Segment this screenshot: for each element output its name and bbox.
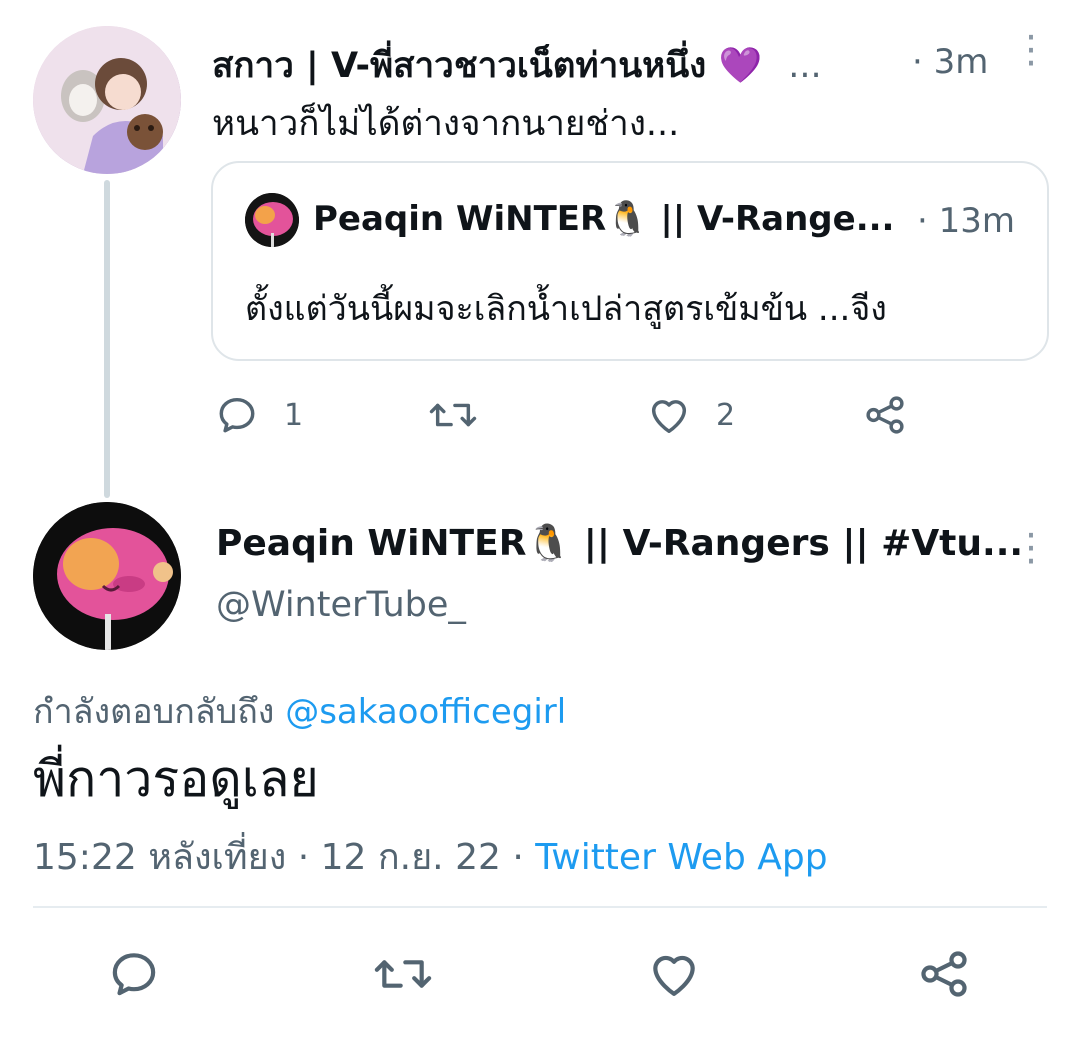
share-icon <box>866 396 904 434</box>
quoted-author-avatar <box>245 193 299 247</box>
more-options-icon[interactable]: ⋮ <box>1012 30 1050 68</box>
parent-tweet-text: หนาวก็ไม่ได้ต่างจากนายช่าง... <box>212 104 680 144</box>
parent-tweet-time[interactable]: · 3m <box>912 42 988 82</box>
replying-to-mention-link[interactable]: @sakaoofficegirl <box>285 692 566 732</box>
quoted-tweet-time: · 13m <box>917 201 1015 241</box>
avatar-illustration <box>33 26 181 174</box>
divider <box>33 906 1047 908</box>
parent-author-name-row[interactable]: สกาว | V-พี่สาวชาวเน็ตท่านหนึ่ง 💜 ... <box>212 38 822 93</box>
share-button[interactable] <box>916 946 972 1002</box>
retweet-icon <box>429 403 477 427</box>
purple-heart-emoji: 💜 <box>718 46 763 86</box>
reply-icon <box>219 397 255 433</box>
retweet-button[interactable] <box>372 946 434 1002</box>
main-author-handle[interactable]: @WinterTube_ <box>216 585 466 625</box>
main-author-name[interactable]: Peaqin WiNTER🐧 || V-Rangers || #Vtu... <box>216 522 1023 564</box>
tweet-timestamp[interactable]: 15:22 หลังเที่ยง · 12 ก.ย. 22 · <box>33 837 524 878</box>
retweet-button[interactable] <box>428 392 496 438</box>
parent-author-name: สกาว | V-พี่สาวชาวเน็ตท่านหนึ่ง <box>212 46 707 86</box>
thread-connector-line <box>104 180 110 498</box>
reply-button[interactable]: 1 <box>214 392 303 438</box>
like-button[interactable] <box>646 946 702 1002</box>
like-icon <box>653 955 695 996</box>
like-icon <box>651 400 687 434</box>
replying-to-line: กำลังตอบกลับถึง @sakaoofficegirl <box>33 684 566 738</box>
parent-author-avatar[interactable] <box>33 26 181 174</box>
tweet-metadata: 15:22 หลังเที่ยง · 12 ก.ย. 22 · Twitter … <box>33 828 828 885</box>
name-overflow-ellipsis: ... <box>788 46 822 86</box>
reply-button[interactable] <box>106 946 162 1002</box>
avatar-illustration <box>245 193 299 247</box>
avatar-illustration <box>33 502 181 650</box>
main-tweet-text: พี่กาวรอดูเลย <box>33 750 319 808</box>
quoted-author-name: Peaqin WiNTER🐧 || V-Range... <box>313 199 895 239</box>
quoted-tweet-text: ตั้งแต่วันนี้ผมจะเลิกน้ำเปล่าสูตรเข้มข้น… <box>245 289 887 329</box>
like-button[interactable]: 2 <box>646 392 735 438</box>
quoted-tweet-card[interactable]: Peaqin WiNTER🐧 || V-Range... · 13m ตั้งแ… <box>211 161 1049 361</box>
retweet-icon <box>374 960 432 988</box>
replying-to-label: กำลังตอบกลับถึง <box>33 692 275 732</box>
share-icon <box>921 951 967 997</box>
reply-count: 1 <box>284 397 304 433</box>
like-count: 2 <box>716 397 736 433</box>
share-button[interactable] <box>862 392 908 438</box>
tweet-source-link[interactable]: Twitter Web App <box>535 837 827 878</box>
reply-icon <box>112 953 156 996</box>
more-options-icon[interactable]: ⋮ <box>1012 528 1050 566</box>
main-author-avatar[interactable] <box>33 502 181 650</box>
